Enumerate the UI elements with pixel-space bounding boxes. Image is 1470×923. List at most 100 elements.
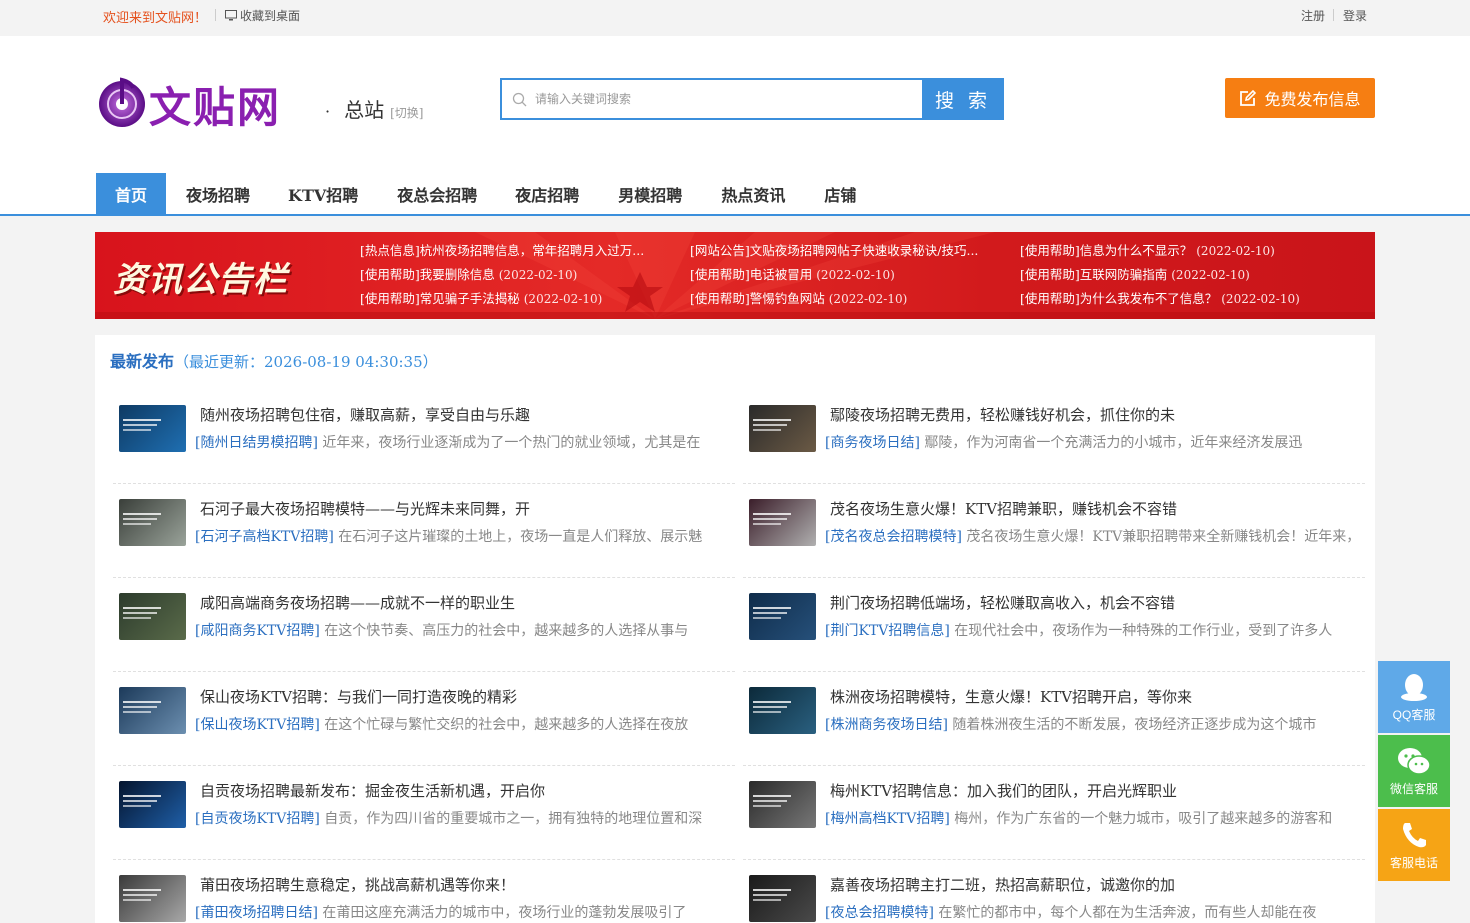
listing-card[interactable]: 株洲夜场招聘模特，生意火爆！KTV招聘开启，等你来 [株洲商务夜场日结] 随着株洲… (743, 672, 1365, 766)
listing-title[interactable]: 保山夜场KTV招聘：与我们一同打造夜晚的精彩 (200, 686, 517, 707)
notice-item[interactable]: [热点信息]杭州夜场招聘信息，常年招聘月入过万... (360, 242, 690, 260)
nav-item-hot-news[interactable]: 热点资讯 (702, 173, 804, 214)
listing-title[interactable]: 咸阳高端商务夜场招聘——成就不一样的职业生 (200, 592, 515, 613)
section-heading: 最新发布（最近更新：2026-08-19 04:30:35） (110, 348, 438, 372)
listing-thumbnail[interactable] (119, 875, 186, 922)
site-name: 总站 (344, 98, 385, 122)
add-to-desktop-link[interactable]: 收藏到桌面 (225, 7, 300, 24)
listing-card[interactable]: 莆田夜场招聘生意稳定，挑战高薪机遇等你来！ [莆田夜场招聘日结] 在莆田这座充满活… (113, 860, 735, 923)
top-bar: 欢迎来到文贴网！ 收藏到桌面 注册 登录 (0, 0, 1470, 36)
listing-title[interactable]: 鄢陵夜场招聘无费用，轻松赚钱好机会，抓住你的未 (830, 404, 1175, 425)
listing-category-tag[interactable]: [商务夜场日结] (825, 435, 920, 451)
listing-summary: [茂名夜总会招聘模特] 茂名夜场生意火爆！KTV兼职招聘带来全新赚钱机会！近年来… (825, 526, 1365, 546)
notice-item[interactable]: [使用帮助]我要删除信息 (2022-02-10) (360, 266, 690, 284)
divider (1333, 9, 1334, 21)
thumbnail-image (753, 607, 791, 619)
listing-card[interactable]: 茂名夜场生意火爆！KTV招聘兼职，赚钱机会不容错 [茂名夜总会招聘模特] 茂名夜场… (743, 484, 1365, 578)
phone-service-button[interactable]: 客服电话 (1378, 809, 1450, 881)
listing-category-tag[interactable]: [随州日结男模招聘] (195, 435, 318, 451)
nav-item-nightclub-jobs[interactable]: 夜场招聘 (166, 173, 270, 214)
listing-title[interactable]: 嘉善夜场招聘主打二班，热招高薪职位，诚邀你的加 (830, 874, 1175, 895)
publish-label: 免费发布信息 (1264, 90, 1361, 109)
listing-category-tag[interactable]: [株洲商务夜场日结] (825, 717, 948, 733)
listing-thumbnail[interactable] (119, 781, 186, 828)
listing-summary: [自贡夜场KTV招聘] 自贡，作为四川省的重要城市之一，拥有独特的地理位置和深 (195, 808, 735, 828)
register-link[interactable]: 注册 (1301, 7, 1325, 24)
qq-service-button[interactable]: QQ客服 (1378, 661, 1450, 733)
notice-text: [使用帮助]我要删除信息 (360, 267, 495, 282)
listing-thumbnail[interactable] (119, 593, 186, 640)
listing-category-tag[interactable]: [莆田夜场招聘日结] (195, 905, 318, 921)
qq-icon (1401, 673, 1427, 701)
listing-thumbnail[interactable] (119, 687, 186, 734)
listing-title[interactable]: 荆门夜场招聘低端场，轻松赚取高收入，机会不容错 (830, 592, 1175, 613)
wechat-service-button[interactable]: 微信客服 (1378, 735, 1450, 807)
listing-card[interactable]: 咸阳高端商务夜场招聘——成就不一样的职业生 [咸阳商务KTV招聘] 在这个快节奏、… (113, 578, 735, 672)
login-link[interactable]: 登录 (1343, 7, 1367, 24)
notice-date: (2022-02-10) (816, 268, 895, 282)
section-title: 最新发布 (110, 352, 175, 371)
listing-title[interactable]: 莆田夜场招聘生意稳定，挑战高薪机遇等你来！ (200, 874, 515, 895)
listing-description: 随着株洲夜生活的不断发展，夜场经济正逐步成为这个城市 (952, 717, 1317, 733)
listing-title[interactable]: 随州夜场招聘包住宿，赚取高薪，享受自由与乐趣 (200, 404, 530, 425)
listing-thumbnail[interactable] (749, 687, 816, 734)
notice-item[interactable]: [使用帮助]互联网防骗指南 (2022-02-10) (1020, 266, 1360, 284)
notice-text: [使用帮助]互联网防骗指南 (1020, 267, 1168, 282)
listing-title[interactable]: 茂名夜场生意火爆！KTV招聘兼职，赚钱机会不容错 (830, 498, 1177, 519)
notice-item[interactable]: [使用帮助]警惕钓鱼网站 (2022-02-10) (690, 290, 1020, 308)
switch-site-link[interactable]: [切换] (390, 104, 423, 121)
listing-category-tag[interactable]: [自贡夜场KTV招聘] (195, 811, 320, 827)
listing-title[interactable]: 梅州KTV招聘信息：加入我们的团队，开启光辉职业 (830, 780, 1177, 801)
listing-title[interactable]: 株洲夜场招聘模特，生意火爆！KTV招聘开启，等你来 (830, 686, 1192, 707)
listing-card[interactable]: 随州夜场招聘包住宿，赚取高薪，享受自由与乐趣 [随州日结男模招聘] 近年来，夜场行… (113, 390, 735, 484)
nav-item-club-jobs[interactable]: 夜总会招聘 (378, 173, 496, 214)
edit-icon (1240, 89, 1257, 106)
listing-card[interactable]: 梅州KTV招聘信息：加入我们的团队，开启光辉职业 [梅州高档KTV招聘] 梅州，作… (743, 766, 1365, 860)
divider (215, 9, 216, 21)
listing-card[interactable]: 荆门夜场招聘低端场，轻松赚取高收入，机会不容错 [荆门KTV招聘信息] 在现代社会… (743, 578, 1365, 672)
listing-card[interactable]: 保山夜场KTV招聘：与我们一同打造夜晚的精彩 [保山夜场KTV招聘] 在这个忙碌与… (113, 672, 735, 766)
listing-title[interactable]: 石河子最大夜场招聘模特——与光辉未来同舞，开 (200, 498, 530, 519)
listing-thumbnail[interactable] (749, 405, 816, 452)
listing-card[interactable]: 石河子最大夜场招聘模特——与光辉未来同舞，开 [石河子高档KTV招聘] 在石河子这… (113, 484, 735, 578)
last-updated: （最近更新：2026-08-19 04:30:35） (174, 353, 438, 371)
nav-item-male-model-jobs[interactable]: 男模招聘 (598, 173, 702, 214)
qq-service-label: QQ客服 (1392, 707, 1436, 722)
nav-item-ktv-jobs[interactable]: KTV招聘 (270, 173, 378, 214)
listing-thumbnail[interactable] (119, 405, 186, 452)
search-input[interactable] (535, 92, 915, 106)
listing-description: 鄢陵，作为河南省一个充满活力的小城市，近年来经济发展迅 (924, 435, 1303, 451)
listing-summary: [石河子高档KTV招聘] 在石河子这片璀璨的土地上，夜场一直是人们释放、展示魅 (195, 526, 735, 546)
listing-category-tag[interactable]: [咸阳商务KTV招聘] (195, 623, 320, 639)
notice-text: [使用帮助]常见骗子手法揭秘 (360, 291, 520, 306)
notice-item[interactable]: [使用帮助]电话被冒用 (2022-02-10) (690, 266, 1020, 284)
listing-thumbnail[interactable] (119, 499, 186, 546)
listing-thumbnail[interactable] (749, 499, 816, 546)
listing-category-tag[interactable]: [茂名夜总会招聘模特] (825, 529, 962, 545)
notice-text: [使用帮助]为什么我发布不了信息？ (1020, 291, 1218, 306)
nav-item-home[interactable]: 首页 (96, 173, 167, 214)
listing-category-tag[interactable]: [梅州高档KTV招聘] (825, 811, 950, 827)
listing-summary: [株洲商务夜场日结] 随着株洲夜生活的不断发展，夜场经济正逐步成为这个城市 (825, 714, 1365, 734)
listing-category-tag[interactable]: [保山夜场KTV招聘] (195, 717, 320, 733)
search-button[interactable]: 搜 索 (922, 78, 1004, 120)
listing-thumbnail[interactable] (749, 875, 816, 922)
listing-card[interactable]: 鄢陵夜场招聘无费用，轻松赚钱好机会，抓住你的未 [商务夜场日结] 鄢陵，作为河南省… (743, 390, 1365, 484)
notice-item[interactable]: [网站公告]文贴夜场招聘网帖子快速收录秘诀/技巧... (690, 242, 1020, 260)
listing-title[interactable]: 自贡夜场招聘最新发布：掘金夜生活新机遇，开启你 (200, 780, 545, 801)
listing-summary: [随州日结男模招聘] 近年来，夜场行业逐渐成为了一个热门的就业领域，尤其是在 (195, 432, 735, 452)
listing-card[interactable]: 自贡夜场招聘最新发布：掘金夜生活新机遇，开启你 [自贡夜场KTV招聘] 自贡，作为… (113, 766, 735, 860)
publish-button[interactable]: 免费发布信息 (1225, 78, 1375, 118)
site-logo[interactable]: 文贴网 (95, 66, 295, 136)
notice-item[interactable]: [使用帮助]为什么我发布不了信息？ (2022-02-10) (1020, 290, 1360, 308)
notice-item[interactable]: [使用帮助]信息为什么不显示？ (2022-02-10) (1020, 242, 1360, 260)
nav-item-bar-jobs[interactable]: 夜店招聘 (496, 173, 598, 214)
listing-category-tag[interactable]: [石河子高档KTV招聘] (195, 529, 334, 545)
listing-category-tag[interactable]: [夜总会招聘模特] (825, 905, 934, 921)
nav-item-shops[interactable]: 店铺 (804, 173, 876, 214)
listing-category-tag[interactable]: [荆门KTV招聘信息] (825, 623, 950, 639)
notice-item[interactable]: [使用帮助]常见骗子手法揭秘 (2022-02-10) (360, 290, 690, 308)
listing-thumbnail[interactable] (749, 593, 816, 640)
listing-card[interactable]: 嘉善夜场招聘主打二班，热招高薪职位，诚邀你的加 [夜总会招聘模特] 在繁忙的都市中… (743, 860, 1365, 923)
listing-thumbnail[interactable] (749, 781, 816, 828)
